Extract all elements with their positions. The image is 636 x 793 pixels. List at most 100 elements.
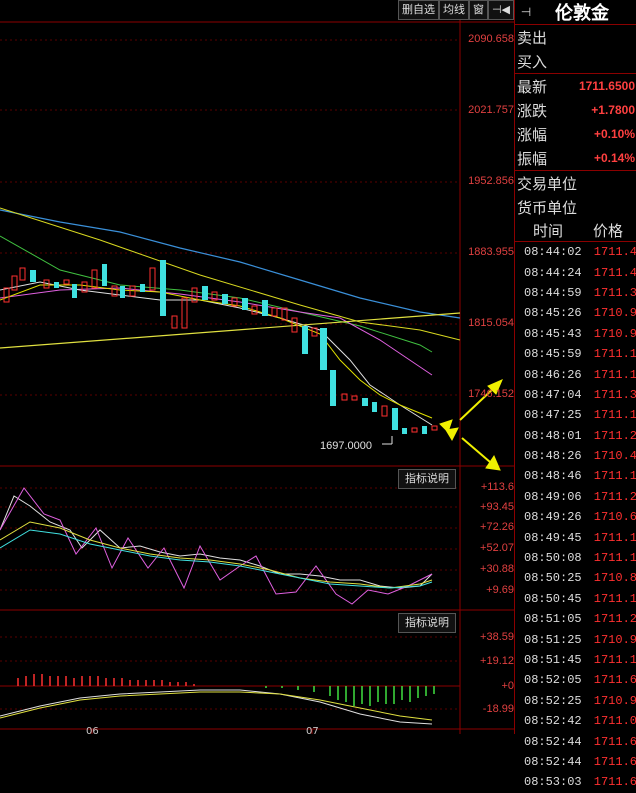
ma-blue-line <box>0 209 461 319</box>
indicator-help-button[interactable]: 指标说明 <box>398 469 456 489</box>
tick-price: 1711.6 <box>593 754 636 769</box>
tick-row[interactable]: 08:48:46 1711.1 <box>515 466 636 486</box>
tick-time: 08:49:06 <box>524 489 582 504</box>
osc1-white-line <box>0 495 433 589</box>
tick-time: 08:45:59 <box>524 347 582 362</box>
tick-row[interactable]: 08:52:05 1711.6 <box>515 670 636 690</box>
candles <box>3 260 438 434</box>
tick-row[interactable]: 08:49:26 1710.6 <box>515 507 636 527</box>
collapse-panel-icon[interactable]: ⊣◀ <box>487 0 514 20</box>
price-axis-label: 1815.054 <box>468 317 514 329</box>
quote-label: 交易单位 <box>517 174 578 193</box>
tick-time: 08:51:25 <box>524 632 582 647</box>
tick-price: 1710.8 <box>593 571 636 586</box>
tick-time: 08:45:43 <box>524 326 582 341</box>
osc1-yellow-line <box>0 521 433 589</box>
indicator-help-button[interactable]: 指标说明 <box>398 613 456 633</box>
tick-time: 08:50:08 <box>524 551 582 566</box>
tick-row[interactable]: 08:52:44 1711.6 <box>515 752 636 772</box>
tick-time: 08:44:02 <box>524 245 582 260</box>
quote-row-ask: 卖出 <box>515 25 636 49</box>
tick-time: 08:53:03 <box>524 775 582 790</box>
tick-time: 08:52:05 <box>524 673 582 688</box>
tick-time: 08:49:26 <box>524 510 582 525</box>
tick-time: 08:52:44 <box>524 754 582 769</box>
tick-time: 08:51:05 <box>524 612 582 627</box>
osc1-axis-label: +30.88 <box>480 563 514 575</box>
quote-row-currency: 货币单位 <box>515 195 636 219</box>
tick-row[interactable]: 08:53:03 1711.6 <box>515 772 636 792</box>
tick-list[interactable]: 08:44:02 1711.4 08:44:24 1711.4 08:44:59 1711… <box>515 242 636 793</box>
tick-row[interactable]: 08:44:24 1711.4 <box>515 262 636 282</box>
tick-row[interactable]: 08:45:59 1711.1 <box>515 344 636 364</box>
tick-row[interactable]: 08:52:42 1711.0 <box>515 711 636 731</box>
tick-row[interactable]: 08:48:01 1711.2 <box>515 426 636 446</box>
tick-row[interactable]: 08:45:43 1710.9 <box>515 324 636 344</box>
tick-row[interactable]: 08:51:45 1711.1 <box>515 650 636 670</box>
tick-time: 08:52:25 <box>524 693 582 708</box>
tick-price: 1710.4 <box>593 449 636 464</box>
quote-value: +1.7800 <box>591 103 635 117</box>
ticks-header-time: 时间 <box>533 221 564 240</box>
quote-label: 卖出 <box>517 28 548 47</box>
osc1-cyan-line <box>0 529 433 589</box>
tick-time: 08:48:46 <box>524 469 582 484</box>
tick-row[interactable]: 08:51:05 1711.2 <box>515 609 636 629</box>
quote-row-last: 最新 1711.6500 <box>515 74 636 98</box>
quote-row-amplitude: 振幅 +0.14% <box>515 146 636 171</box>
tick-price: 1711.1 <box>593 469 636 484</box>
tick-row[interactable]: 08:45:26 1710.9 <box>515 303 636 323</box>
tick-row[interactable]: 08:51:25 1710.9 <box>515 629 636 649</box>
tick-row[interactable]: 08:49:06 1711.2 <box>515 487 636 507</box>
tick-row[interactable]: 08:44:59 1711.3 <box>515 283 636 303</box>
tick-price: 1711.0 <box>593 714 636 729</box>
tick-price: 1711.3 <box>593 387 636 402</box>
tick-row[interactable]: 08:47:25 1711.1 <box>515 405 636 425</box>
tick-row[interactable]: 08:46:26 1711.1 <box>515 364 636 384</box>
quote-row-change-pct: 涨幅 +0.10% <box>515 122 636 146</box>
tick-price: 1711.4 <box>593 265 636 280</box>
osc2-axis-label: +19.12 <box>480 655 514 667</box>
expand-panel-icon[interactable]: ⊣ <box>517 3 535 21</box>
tick-row[interactable]: 08:49:45 1711.1 <box>515 527 636 547</box>
tick-row[interactable]: 08:50:45 1711.1 <box>515 589 636 609</box>
osc1-axis-label: +72.26 <box>480 521 514 533</box>
tick-row[interactable]: 08:52:44 1711.6 <box>515 731 636 751</box>
quote-label: 涨跌 <box>517 101 548 120</box>
quote-row-change: 涨跌 +1.7800 <box>515 98 636 122</box>
tick-time: 08:52:44 <box>524 734 582 749</box>
moving-average-button[interactable]: 均线 <box>438 0 469 20</box>
tick-row[interactable]: 08:48:26 1710.4 <box>515 446 636 466</box>
chart-area[interactable]: 1697.0000 06 07 2090.658 2021.757 1952.8… <box>0 0 514 737</box>
tick-row[interactable]: 08:50:08 1711.1 <box>515 548 636 568</box>
remove-favorite-button[interactable]: 删自选 <box>397 0 439 20</box>
tick-time: 08:50:25 <box>524 571 582 586</box>
price-axis-label: 1746.152 <box>468 388 514 400</box>
tick-price: 1711.1 <box>593 530 636 545</box>
price-axis-label: 2090.658 <box>468 33 514 45</box>
date-tick-07: 07 <box>306 726 319 734</box>
tick-price: 1710.9 <box>593 306 636 321</box>
tick-price: 1711.1 <box>593 551 636 566</box>
tick-row[interactable]: 08:50:25 1710.8 <box>515 568 636 588</box>
tick-time: 08:51:45 <box>524 653 582 667</box>
tick-row[interactable]: 08:44:02 1711.4 <box>515 242 636 262</box>
quote-label: 最新 <box>517 77 548 96</box>
ticks-header-price: 价格 <box>593 221 624 240</box>
tick-row[interactable]: 08:52:25 1710.9 <box>515 691 636 711</box>
tick-row[interactable]: 08:47:04 1711.3 <box>515 385 636 405</box>
tick-price: 1711.1 <box>593 408 636 423</box>
quote-row-trade-unit: 交易单位 <box>515 171 636 195</box>
date-tick-06: 06 <box>86 726 99 734</box>
tick-price: 1711.2 <box>593 428 636 443</box>
tick-time: 08:44:24 <box>524 265 582 280</box>
quote-label: 买入 <box>517 52 548 71</box>
tick-price: 1711.2 <box>593 612 636 627</box>
tick-time: 08:46:26 <box>524 367 582 382</box>
tick-time: 08:48:26 <box>524 449 582 464</box>
tick-time: 08:47:25 <box>524 408 582 423</box>
quote-panel: ⊣ 伦敦金 卖出 买入 最新 1711.6500 涨跌 +1.7800 涨幅 +… <box>514 0 636 789</box>
window-button[interactable]: 窗 <box>468 0 488 20</box>
tick-price: 1711.1 <box>593 653 636 667</box>
tick-price: 1711.6 <box>593 734 636 749</box>
